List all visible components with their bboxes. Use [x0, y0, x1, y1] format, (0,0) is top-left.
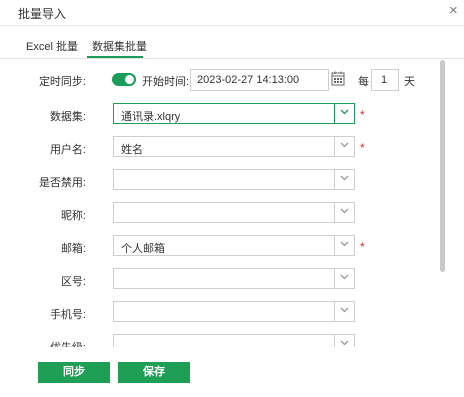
phone-label: 手机号:	[49, 309, 86, 321]
tab-bar: Excel 批量 数据集批量	[0, 36, 464, 59]
calendar-icon[interactable]	[331, 71, 345, 86]
dialog-title: 批量导入	[18, 7, 67, 21]
email-select[interactable]: 个人邮箱	[113, 235, 355, 256]
phone-select[interactable]	[113, 301, 355, 322]
chevron-down-icon	[340, 109, 349, 115]
chevron-down-icon	[340, 175, 349, 181]
chevron-down-icon	[340, 307, 349, 313]
save-button[interactable]: 保存	[118, 362, 190, 383]
interval-input[interactable]: 1	[371, 69, 399, 91]
start-time-label: 开始时间:	[142, 76, 190, 88]
chevron-down-icon	[340, 142, 349, 148]
required-mark: *	[360, 240, 365, 254]
dataset-label: 数据集:	[49, 111, 86, 123]
start-time-input[interactable]: 2023-02-27 14:13:00	[190, 69, 329, 91]
phone-dropdown-button[interactable]	[334, 302, 354, 321]
area-code-dropdown-button[interactable]	[334, 269, 354, 288]
nickname-dropdown-button[interactable]	[334, 203, 354, 222]
username-select[interactable]: 姓名	[113, 136, 355, 157]
dataset-value: 通讯录.xlqry	[121, 111, 181, 123]
nickname-select[interactable]	[113, 202, 355, 223]
disabled-label: 是否禁用:	[38, 177, 86, 189]
dataset-dropdown-button[interactable]	[334, 104, 354, 123]
sync-toggle[interactable]	[112, 73, 136, 86]
email-label: 邮箱:	[60, 243, 86, 255]
form-scrollbar[interactable]	[440, 60, 445, 272]
username-label: 用户名:	[49, 144, 86, 156]
import-form: 定时同步: 开始时间: 2023-02-27 14:13:00 每 1 天 数据…	[0, 60, 448, 347]
tab-dataset-batch[interactable]: 数据集批量	[92, 38, 147, 54]
area-code-label: 区号:	[60, 276, 86, 288]
nickname-label: 昵称:	[60, 210, 86, 222]
area-code-select[interactable]	[113, 268, 355, 289]
sync-label: 定时同步:	[38, 76, 86, 88]
priority-dropdown-button[interactable]	[334, 335, 354, 347]
tab-excel-batch[interactable]: Excel 批量	[26, 38, 78, 54]
username-dropdown-button[interactable]	[334, 137, 354, 156]
disabled-select[interactable]	[113, 169, 355, 190]
email-value: 个人邮箱	[121, 243, 165, 255]
email-dropdown-button[interactable]	[334, 236, 354, 255]
chevron-down-icon	[340, 241, 349, 247]
dialog-header: 批量导入 ×	[0, 0, 464, 26]
interval-unit-label: 天	[404, 76, 415, 88]
priority-select[interactable]	[113, 334, 355, 347]
close-icon[interactable]: ×	[449, 2, 458, 19]
sync-button[interactable]: 同步	[38, 362, 110, 383]
dataset-select[interactable]: 通讯录.xlqry	[113, 103, 355, 124]
chevron-down-icon	[340, 208, 349, 214]
every-label: 每	[358, 76, 369, 88]
username-value: 姓名	[121, 144, 143, 156]
priority-label: 优先级:	[50, 339, 86, 347]
required-mark: *	[360, 141, 365, 155]
active-tab-indicator	[87, 56, 143, 58]
toggle-knob	[125, 75, 134, 84]
required-mark: *	[360, 108, 365, 122]
disabled-dropdown-button[interactable]	[334, 170, 354, 189]
chevron-down-icon	[340, 340, 349, 346]
chevron-down-icon	[340, 274, 349, 280]
